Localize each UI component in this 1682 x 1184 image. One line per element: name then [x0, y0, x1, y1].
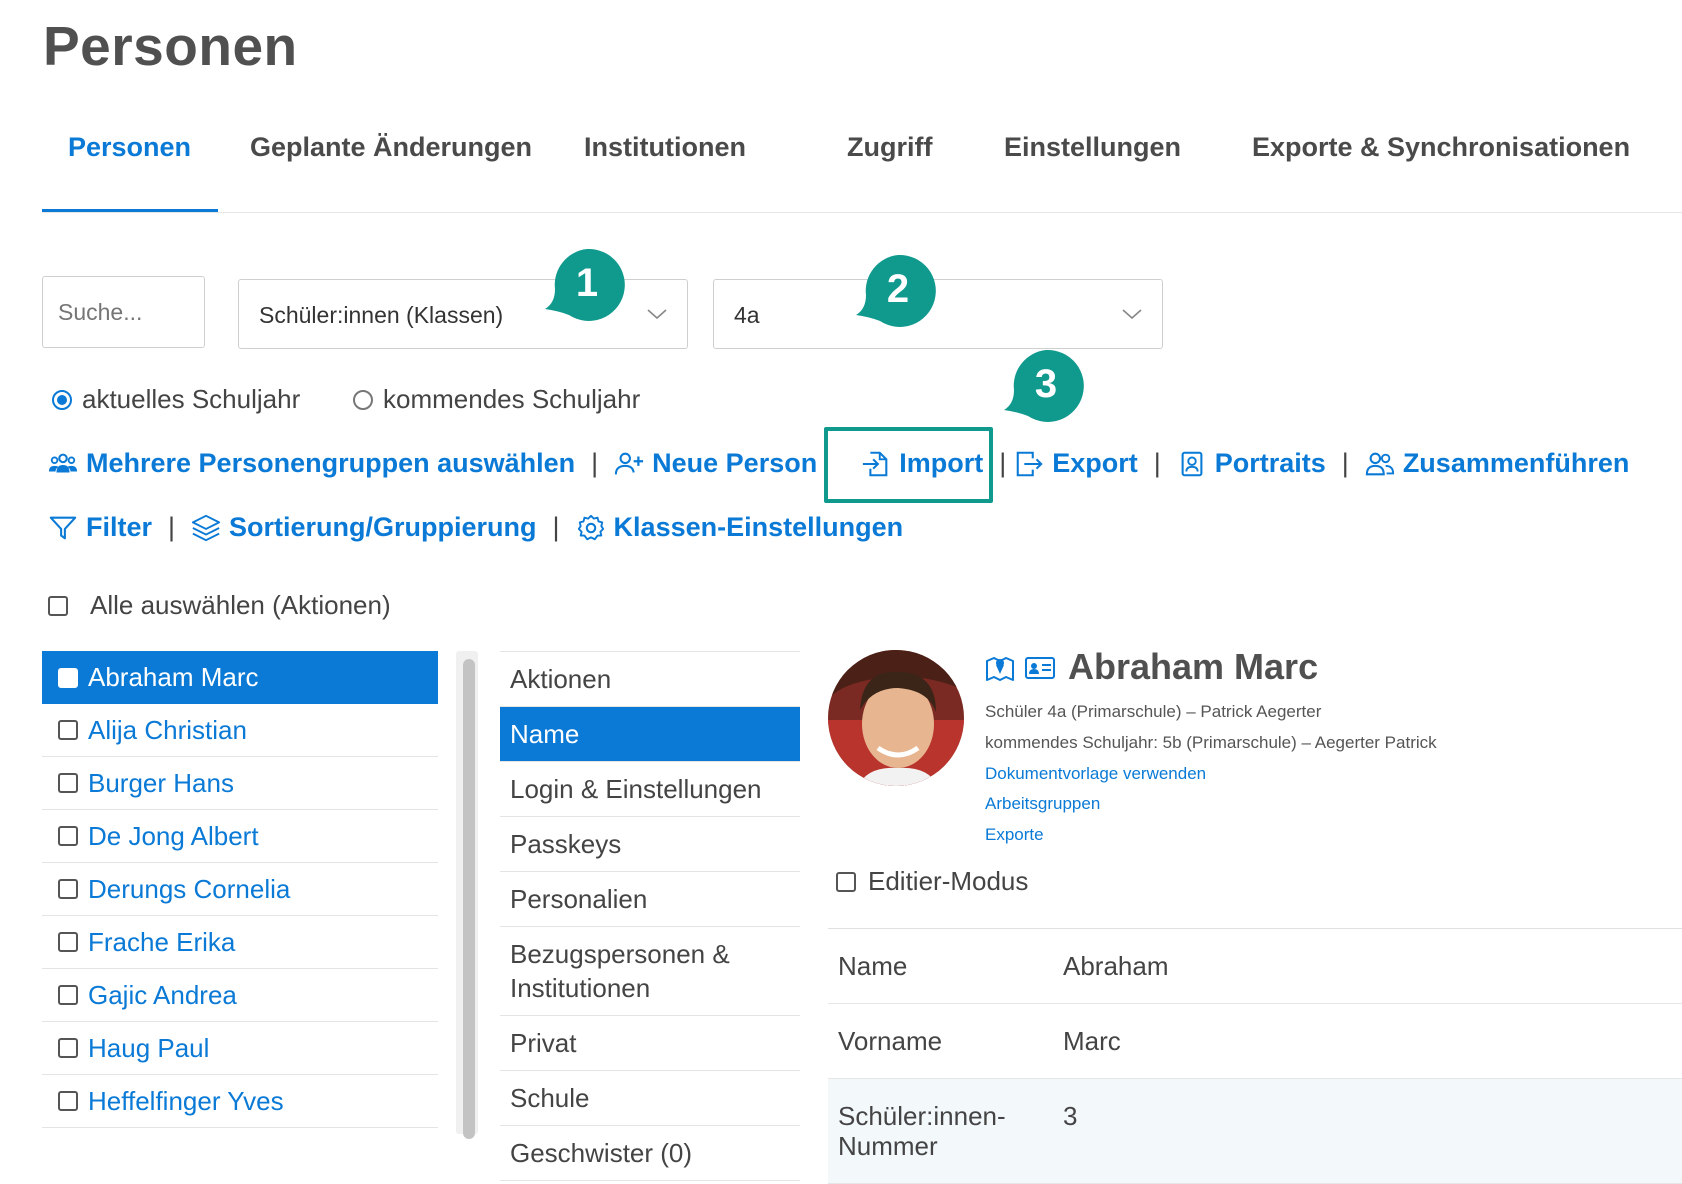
section-item[interactable]: Geschwister (0): [500, 1126, 800, 1181]
section-item[interactable]: Aktionen: [500, 652, 800, 707]
field-value: Abraham: [1063, 951, 1169, 981]
section-item[interactable]: Name: [500, 707, 800, 762]
section-item[interactable]: Personalien: [500, 872, 800, 927]
list-item[interactable]: Frache Erika: [42, 916, 438, 969]
export-button[interactable]: Export: [1014, 448, 1138, 479]
radio-current-year-label: aktuelles Schuljahr: [82, 384, 301, 414]
page-title: Personen: [43, 15, 298, 77]
radio-button[interactable]: [353, 389, 373, 410]
person-checkbox[interactable]: [58, 773, 78, 793]
list-item[interactable]: Derungs Cornelia: [42, 863, 438, 916]
edit-mode-checkbox[interactable]: [836, 871, 856, 892]
avatar: [828, 650, 964, 786]
radio-button-checked[interactable]: [52, 389, 72, 410]
select-all[interactable]: Alle auswählen (Aktionen): [48, 590, 391, 621]
list-item[interactable]: Alija Christian: [42, 704, 438, 757]
portrait-icon: [1181, 451, 1203, 476]
detail-icons: [984, 652, 1056, 684]
list-item[interactable]: De Jong Albert: [42, 810, 438, 863]
tab-exporte-synchronisationen[interactable]: Exporte & Synchronisationen: [1252, 132, 1630, 163]
person-checkbox[interactable]: [58, 720, 78, 740]
section-item[interactable]: Passkeys: [500, 817, 800, 872]
person-checkbox[interactable]: [58, 667, 78, 688]
multi-group-button[interactable]: Mehrere Personengruppen auswählen: [48, 448, 575, 479]
class-select-value: 4a: [734, 302, 760, 328]
gear-icon: [577, 514, 604, 540]
list-item[interactable]: Gajic Andrea: [42, 969, 438, 1022]
sort-group-button[interactable]: Sortierung/Gruppierung: [191, 512, 537, 543]
field-label: Name: [838, 951, 908, 981]
section-menu: Aktionen Name Login & Einstellungen Pass…: [500, 651, 800, 1181]
merge-button[interactable]: Zusammenführen: [1365, 448, 1629, 479]
edit-mode-label: Editier-Modus: [868, 866, 1029, 896]
callout-2: 2: [856, 251, 940, 335]
field-label: Vorname: [838, 1026, 943, 1056]
person-list: Abraham Marc Alija Christian Burger Hans…: [42, 651, 438, 1128]
filter-button[interactable]: Filter: [48, 512, 152, 543]
person-class-info: Schüler 4a (Primarschule) – Patrick Aege…: [985, 702, 1322, 721]
filter-icon: [49, 516, 77, 539]
radio-current-year[interactable]: aktuelles Schuljahr: [52, 384, 300, 415]
exports-link[interactable]: Exporte: [985, 825, 1044, 845]
list-item[interactable]: Haug Paul: [42, 1022, 438, 1075]
map-icon[interactable]: [984, 652, 1016, 684]
tab-personen[interactable]: Personen: [68, 132, 191, 163]
callout-3: 3: [1004, 346, 1088, 430]
users-merge-icon: [1365, 452, 1394, 475]
chevron-down-icon: [1122, 309, 1142, 320]
tab-institutionen[interactable]: Institutionen: [584, 132, 746, 163]
tab-bar: Personen Geplante Änderungen Institution…: [42, 112, 1682, 213]
radio-next-year[interactable]: kommendes Schuljahr: [353, 384, 640, 415]
search-input[interactable]: [42, 276, 205, 348]
table-row: Schüler:innen-Nummer 3: [828, 1079, 1682, 1184]
list-item[interactable]: Abraham Marc: [42, 651, 438, 704]
class-settings-button[interactable]: Klassen-Einstellungen: [576, 512, 903, 543]
person-checkbox[interactable]: [58, 985, 78, 1005]
person-checkbox[interactable]: [58, 879, 78, 899]
person-next-year-info: kommendes Schuljahr: 5b (Primarschule) –…: [985, 733, 1437, 752]
document-template-link[interactable]: Dokumentvorlage verwenden: [985, 764, 1206, 784]
active-tab-indicator: [42, 209, 218, 212]
list-item[interactable]: Heffelfinger Yves: [42, 1075, 438, 1128]
layers-icon: [191, 514, 221, 541]
chevron-down-icon: [647, 309, 667, 320]
tab-zugriff[interactable]: Zugriff: [847, 132, 932, 163]
section-item[interactable]: Bezugspersonen & Institutionen: [500, 927, 800, 1016]
tab-geplante-aenderungen[interactable]: Geplante Änderungen: [250, 132, 532, 163]
table-row: Vorname Marc: [828, 1004, 1682, 1079]
person-checkbox[interactable]: [58, 1091, 78, 1111]
import-highlight-box: [824, 427, 993, 503]
callout-1: 1: [545, 245, 629, 329]
person-name-heading: Abraham Marc: [1068, 646, 1319, 687]
radio-next-year-label: kommendes Schuljahr: [383, 384, 641, 414]
list-item[interactable]: Burger Hans: [42, 757, 438, 810]
edit-mode-toggle[interactable]: Editier-Modus: [836, 866, 1028, 897]
field-label: Schüler:innen-Nummer: [838, 1101, 1006, 1161]
table-row: Name Abraham: [828, 929, 1682, 1004]
section-item[interactable]: Schule: [500, 1071, 800, 1126]
person-checkbox[interactable]: [58, 1038, 78, 1058]
person-checkbox[interactable]: [58, 932, 78, 952]
portraits-button[interactable]: Portraits: [1177, 448, 1326, 479]
section-item[interactable]: Privat: [500, 1016, 800, 1071]
workgroups-link[interactable]: Arbeitsgruppen: [985, 794, 1100, 814]
field-value: Marc: [1063, 1026, 1121, 1056]
action-bar-secondary: Filter | Sortierung/Gruppierung | Klasse…: [48, 512, 903, 543]
person-fields-table: Name Abraham Vorname Marc Schüler:innen-…: [828, 928, 1682, 1184]
select-all-label: Alle auswählen (Aktionen): [90, 590, 391, 620]
section-item[interactable]: Login & Einstellungen: [500, 762, 800, 817]
user-plus-icon: [614, 452, 644, 474]
person-checkbox[interactable]: [58, 826, 78, 846]
select-all-checkbox[interactable]: [48, 595, 68, 616]
scrollbar-thumb[interactable]: [463, 659, 475, 1139]
field-value: 3: [1063, 1101, 1078, 1131]
file-export-icon: [1016, 451, 1043, 476]
tab-einstellungen[interactable]: Einstellungen: [1004, 132, 1181, 163]
new-person-button[interactable]: Neue Person: [614, 448, 817, 479]
id-card-icon[interactable]: [1024, 652, 1056, 684]
users-group-icon: [48, 453, 78, 472]
group-select-value: Schüler:innen (Klassen): [259, 302, 504, 328]
